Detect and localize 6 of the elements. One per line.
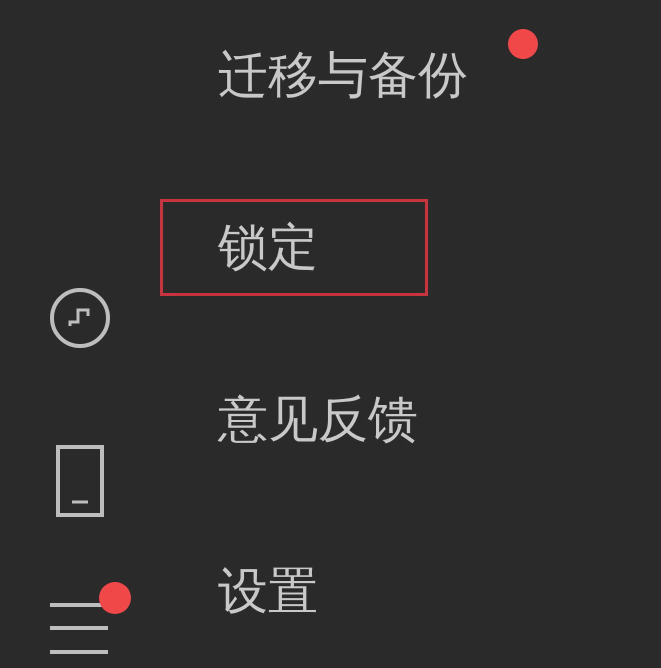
mini-program-icon[interactable] [48,286,112,350]
menu-item[interactable]: 锁定 [160,199,428,296]
menu-item[interactable]: 设置 [160,543,428,640]
menu-item[interactable]: 迁移与备份 [160,27,471,124]
phone-icon[interactable] [56,445,104,517]
menu-item[interactable]: 意见反馈 [160,371,428,468]
